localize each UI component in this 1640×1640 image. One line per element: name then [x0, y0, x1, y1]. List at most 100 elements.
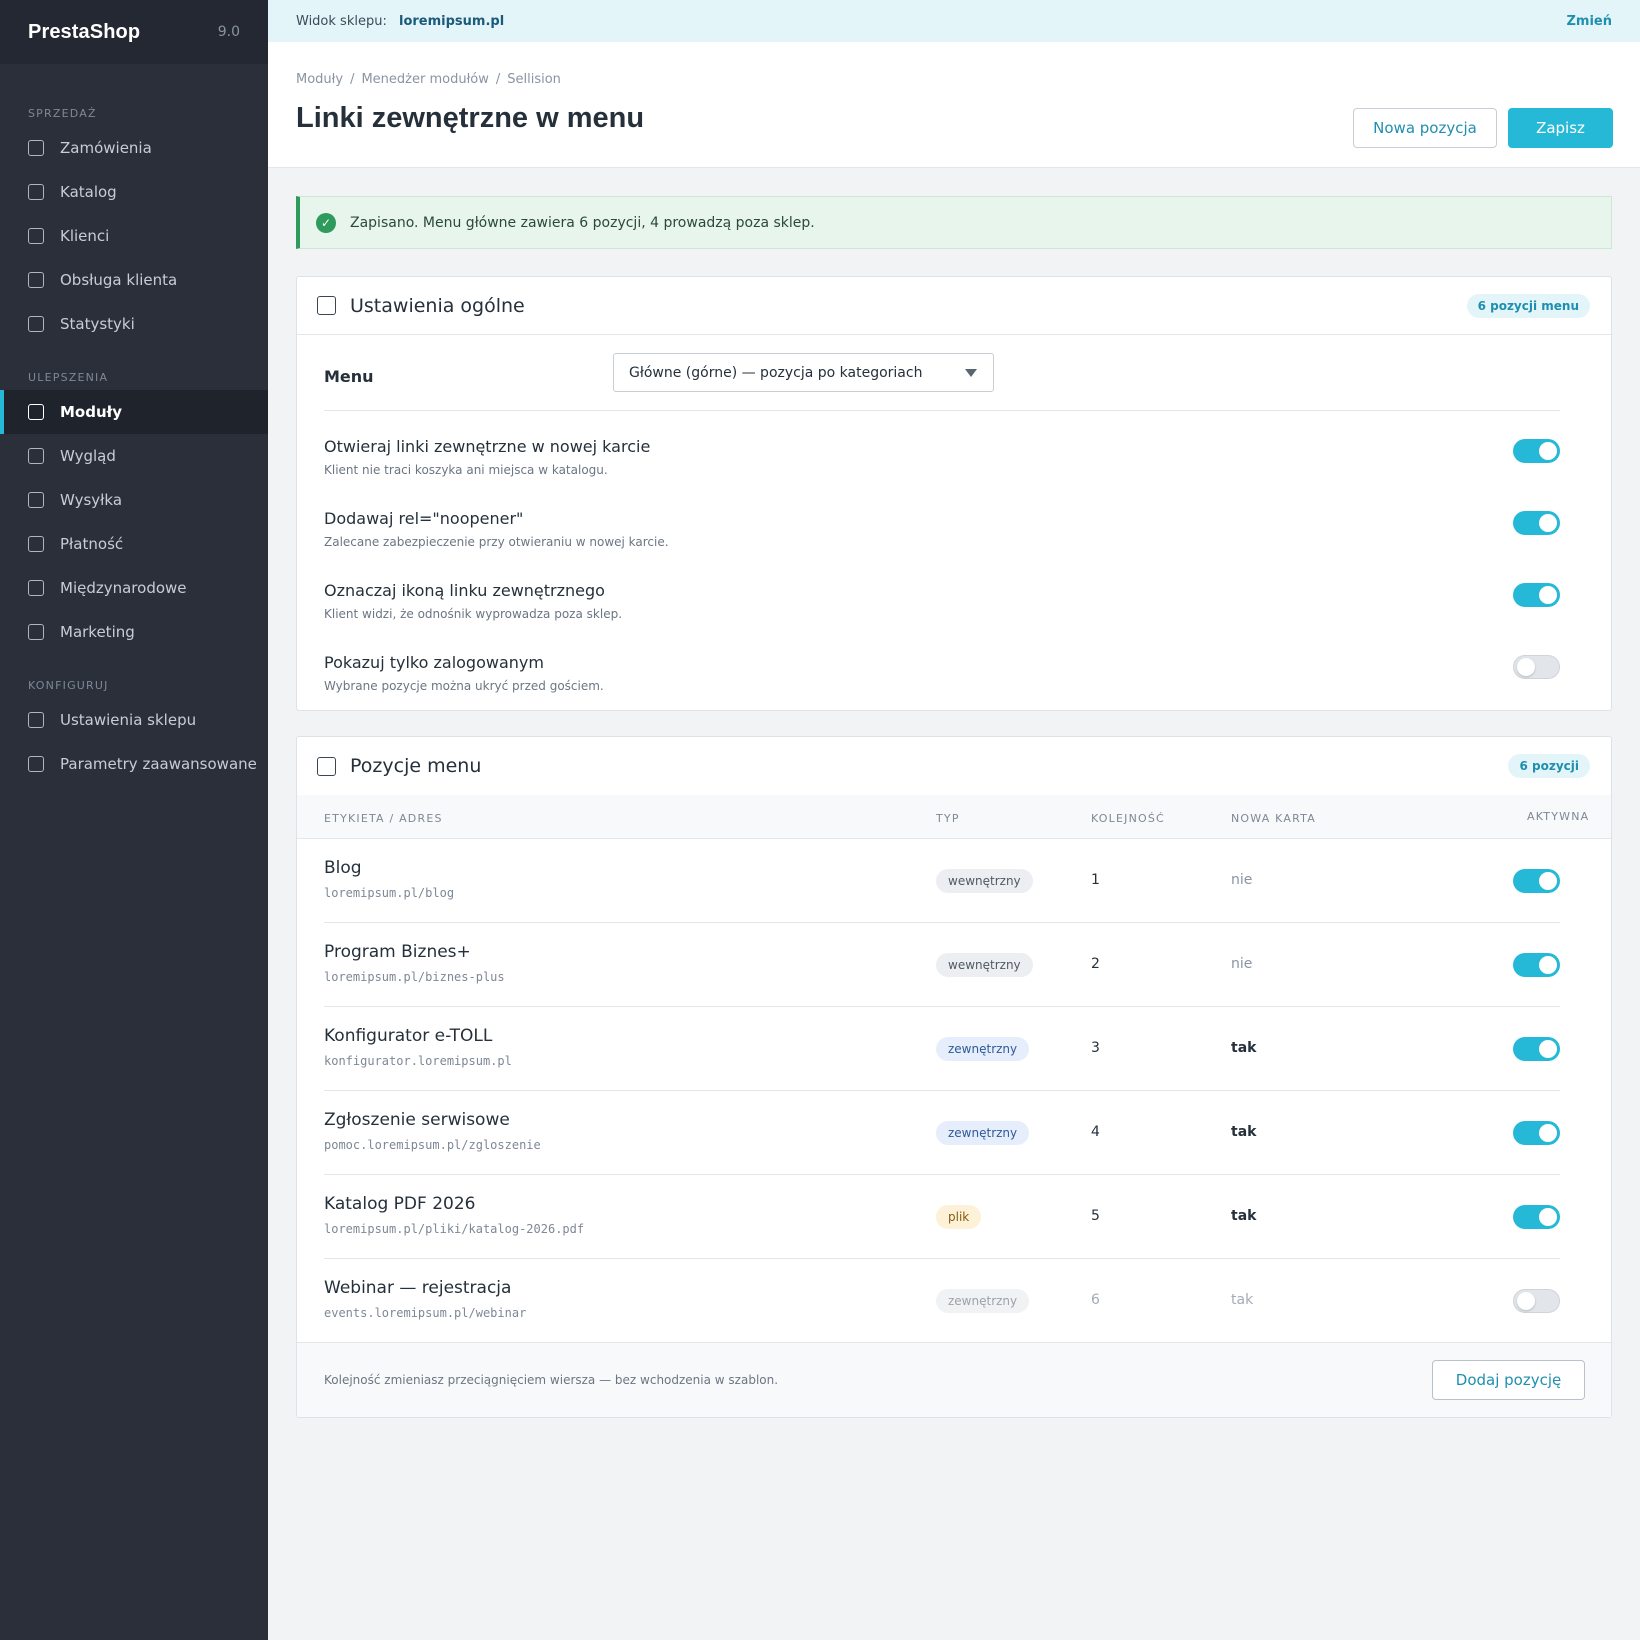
option-title: Oznaczaj ikoną linku zewnętrznego: [324, 581, 605, 600]
item-name: Katalog PDF 2026: [324, 1194, 476, 1214]
breadcrumb-module-manager[interactable]: Menedżer modułów: [361, 72, 488, 87]
menu-items-card: Pozycje menu 6 pozycji ETYKIETA / ADRES …: [296, 736, 1612, 1418]
sidebar-item-international[interactable]: Międzynarodowe: [0, 566, 268, 610]
sidebar-item-marketing[interactable]: Marketing: [0, 610, 268, 654]
item-url: loremipsum.pl/blog: [324, 886, 455, 900]
active-toggle[interactable]: [1513, 1037, 1560, 1061]
option-desc: Klient nie traci koszyka ani miejsca w k…: [324, 463, 608, 477]
checkbox-icon: [28, 536, 44, 552]
active-toggle[interactable]: [1513, 953, 1560, 977]
type-chip: wewnętrzny: [936, 869, 1033, 893]
sidebar: PrestaShop 9.0 SPRZEDAŻ Zamówienia Katal…: [0, 0, 268, 1640]
menu-label: Menu: [324, 367, 374, 386]
sidebar-item-shipping[interactable]: Wysyłka: [0, 478, 268, 522]
save-button[interactable]: Zapisz: [1508, 108, 1613, 148]
active-toggle[interactable]: [1513, 869, 1560, 893]
item-new-tab: tak: [1231, 1208, 1257, 1224]
type-chip: plik: [936, 1205, 982, 1229]
card-title: Ustawienia ogólne: [350, 294, 525, 317]
menu-select-row: Menu Główne (górne) — pozycja po kategor…: [324, 353, 1560, 411]
option-noopener: Dodawaj rel="noopener" Zalecane zabezpie…: [324, 509, 1560, 581]
item-name: Program Biznes+: [324, 942, 471, 962]
caret-down-icon: [965, 369, 977, 377]
menu-select[interactable]: Główne (górne) — pozycja po kategoriach: [613, 353, 994, 392]
checkbox-icon: [28, 624, 44, 640]
type-chip: zewnętrzny: [936, 1289, 1030, 1313]
sidebar-item-customers[interactable]: Klienci: [0, 214, 268, 258]
table-row[interactable]: Konfigurator e-TOLL konfigurator.loremip…: [324, 1007, 1560, 1091]
brand-bar: PrestaShop 9.0: [0, 0, 268, 64]
page-title: Linki zewnętrzne w menu: [296, 102, 645, 134]
shop-context-bar: Widok sklepu: loremipsum.pl Zmień: [268, 0, 1640, 42]
page-header: Moduły / Menedżer modułów / Sellision Linki …: [268, 42, 1640, 168]
item-new-tab: tak: [1231, 1040, 1257, 1056]
checkbox-icon: [28, 448, 44, 464]
brand-logo[interactable]: PrestaShop: [28, 21, 140, 44]
option-desc: Wybrane pozycje można ukryć przed goście…: [324, 679, 604, 693]
nav-section-configure: KONFIGURUJ: [28, 679, 109, 692]
item-url: pomoc.loremipsum.pl/zgloszenie: [324, 1138, 541, 1152]
item-order: 4: [1091, 1124, 1100, 1140]
col-order: KOLEJNOŚĆ: [1091, 812, 1165, 825]
option-title: Pokazuj tylko zalogowanym: [324, 653, 544, 672]
item-name: Konfigurator e-TOLL: [324, 1026, 493, 1046]
table-row[interactable]: Katalog PDF 2026 loremipsum.pl/pliki/kat…: [324, 1175, 1560, 1259]
toggle-switch[interactable]: [1513, 583, 1560, 607]
item-order: 3: [1091, 1040, 1100, 1056]
active-toggle[interactable]: [1513, 1121, 1560, 1145]
option-title: Dodawaj rel="noopener": [324, 509, 524, 528]
add-item-button[interactable]: Dodaj pozycję: [1432, 1360, 1585, 1400]
sidebar-item-orders[interactable]: Zamówienia: [0, 126, 268, 170]
change-shop-link[interactable]: Zmień: [1567, 14, 1613, 29]
checkbox-icon: [28, 756, 44, 772]
item-url: konfigurator.loremipsum.pl: [324, 1054, 512, 1068]
new-item-button[interactable]: Nowa pozycja: [1353, 108, 1497, 148]
toggle-switch[interactable]: [1513, 655, 1560, 679]
breadcrumb-modules[interactable]: Moduły: [296, 72, 343, 87]
option-logged-only: Pokazuj tylko zalogowanym Wybrane pozycj…: [324, 653, 1560, 725]
count-badge: 6 pozycji: [1508, 754, 1590, 778]
sidebar-item-customer-service[interactable]: Obsługa klienta: [0, 258, 268, 302]
sidebar-item-shop-parameters[interactable]: Ustawienia sklepu: [0, 698, 268, 742]
option-external-icon: Oznaczaj ikoną linku zewnętrznego Klient…: [324, 581, 1560, 653]
sidebar-item-stats[interactable]: Statystyki: [0, 302, 268, 346]
item-name: Zgłoszenie serwisowe: [324, 1110, 510, 1130]
card-footer: Kolejność zmieniasz przeciągnięciem wier…: [297, 1342, 1611, 1417]
item-name: Webinar — rejestracja: [324, 1278, 512, 1298]
sidebar-item-design[interactable]: Wygląd: [0, 434, 268, 478]
table-row[interactable]: Zgłoszenie serwisowe pomoc.loremipsum.pl…: [324, 1091, 1560, 1175]
check-circle-icon: ✓: [316, 212, 336, 233]
toggle-switch[interactable]: [1513, 439, 1560, 463]
sidebar-item-advanced-parameters[interactable]: Parametry zaawansowane: [0, 742, 268, 786]
card-header: Ustawienia ogólne 6 pozycji menu: [297, 277, 1611, 335]
active-toggle[interactable]: [1513, 1289, 1560, 1313]
option-desc: Klient widzi, że odnośnik wyprowadza poz…: [324, 607, 623, 621]
sidebar-item-payment[interactable]: Płatność: [0, 522, 268, 566]
checkbox-icon: [28, 140, 44, 156]
sidebar-item-catalog[interactable]: Katalog: [0, 170, 268, 214]
checkbox-icon: [28, 580, 44, 596]
col-new-tab: NOWA KARTA: [1231, 812, 1316, 825]
table-header: ETYKIETA / ADRES TYP KOLEJNOŚĆ NOWA KART…: [297, 795, 1611, 839]
settings-checkbox-icon: [317, 296, 336, 315]
table-row[interactable]: Program Biznes+ loremipsum.pl/biznes-plu…: [324, 923, 1560, 1007]
col-active: AKTYWNA: [1527, 810, 1590, 823]
type-chip: zewnętrzny: [936, 1037, 1030, 1061]
sidebar-item-modules[interactable]: Moduły: [0, 390, 268, 434]
toggle-switch[interactable]: [1513, 511, 1560, 535]
option-desc: Zalecane zabezpieczenie przy otwieraniu …: [324, 535, 669, 549]
shop-view-label: Widok sklepu:: [296, 13, 387, 29]
checkbox-icon: [28, 404, 44, 420]
active-toggle[interactable]: [1513, 1205, 1560, 1229]
reorder-hint: Kolejność zmieniasz przeciągnięciem wier…: [324, 1373, 779, 1387]
count-badge: 6 pozycji menu: [1466, 293, 1590, 318]
table-row[interactable]: Blog loremipsum.pl/blog wewnętrzny 1 nie: [324, 839, 1560, 923]
item-name: Blog: [324, 858, 362, 878]
option-title: Otwieraj linki zewnętrzne w nowej karcie: [324, 437, 651, 456]
type-chip: zewnętrzny: [936, 1121, 1030, 1145]
col-label: ETYKIETA / ADRES: [324, 812, 443, 825]
breadcrumb: Moduły / Menedżer modułów / Sellision: [296, 72, 561, 87]
checkbox-icon: [28, 272, 44, 288]
shop-name[interactable]: loremipsum.pl: [399, 14, 504, 29]
table-row[interactable]: Webinar — rejestracja events.loremipsum.…: [324, 1259, 1560, 1343]
